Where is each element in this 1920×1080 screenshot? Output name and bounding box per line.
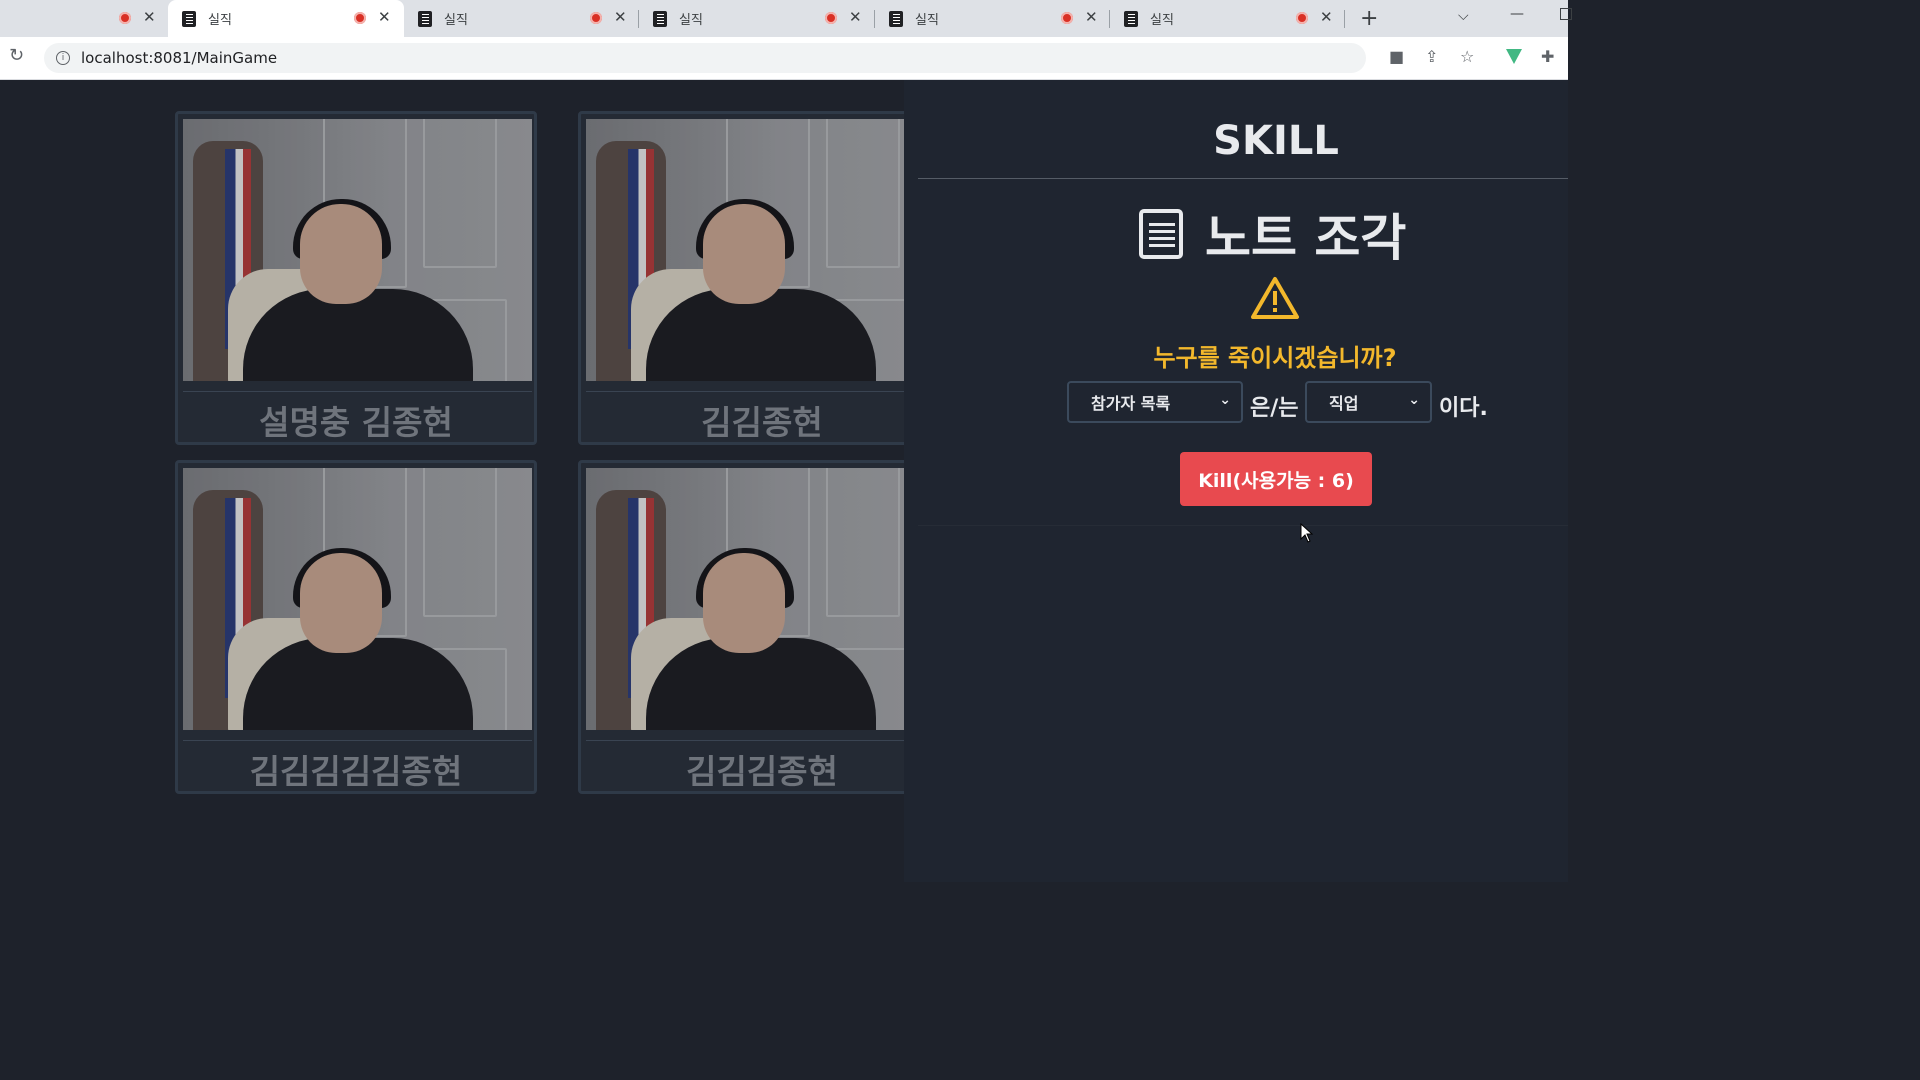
- card-divider: [586, 391, 907, 392]
- close-tab-icon[interactable]: ✕: [1320, 8, 1333, 26]
- share-icon[interactable]: ⇪: [1425, 47, 1438, 66]
- chevron-down-icon: ⌄: [1408, 392, 1420, 408]
- close-tab-icon[interactable]: ✕: [378, 8, 391, 26]
- player-card[interactable]: 설명충 김종현: [175, 111, 537, 445]
- tab-4[interactable]: 실직 ✕: [875, 0, 1111, 37]
- recording-icon: [590, 12, 602, 24]
- minimize-icon[interactable]: —: [1510, 6, 1524, 22]
- close-tab-icon[interactable]: ✕: [143, 8, 156, 26]
- recording-icon: [1061, 12, 1073, 24]
- player-video: [183, 119, 532, 381]
- player-name: 김김김김김종현: [249, 752, 463, 791]
- tab-separator: [1344, 10, 1345, 28]
- receipt-icon: [1139, 209, 1183, 259]
- close-tab-icon[interactable]: ✕: [849, 8, 862, 26]
- tab-title: 실직: [444, 13, 468, 28]
- main-game-page: 설명충 김종현 김김종현 김김김김김종현 김김김종현 SKILL 노트 조각 누…: [0, 80, 1568, 882]
- extensions-icon[interactable]: ✚: [1541, 47, 1554, 66]
- connector-text: 은/는: [1250, 396, 1299, 421]
- vue-devtools-icon[interactable]: [1506, 49, 1522, 64]
- job-select-value: 직업: [1329, 394, 1359, 413]
- notebook-icon: [1124, 10, 1138, 27]
- tab-5[interactable]: 실직 ✕: [1110, 0, 1346, 37]
- player-name: 설명충 김종현: [259, 403, 453, 442]
- camera-icon[interactable]: ■: [1389, 47, 1404, 66]
- player-name: 김김김종현: [686, 752, 838, 791]
- tab-title: 실직: [208, 13, 232, 28]
- omnibox[interactable]: i localhost:8081/MainGame: [44, 43, 1366, 73]
- player-card[interactable]: 김김김종현: [578, 460, 908, 794]
- address-bar: ↻ i localhost:8081/MainGame ■ ⇪ ☆ ✚: [0, 37, 1568, 80]
- close-tab-icon[interactable]: ✕: [614, 8, 627, 26]
- mouse-cursor-icon: [1300, 523, 1314, 543]
- kill-button[interactable]: Kill(사용가능 : 6): [1180, 452, 1372, 506]
- site-info-icon[interactable]: i: [56, 51, 70, 65]
- tab-search-chevron-icon[interactable]: ⌵: [1458, 8, 1469, 24]
- player-card[interactable]: 김김김김김종현: [175, 460, 537, 794]
- tab-0[interactable]: ✕: [0, 0, 166, 37]
- notebook-icon: [653, 10, 667, 27]
- participant-select-value: 참가자 목록: [1091, 394, 1171, 413]
- recording-icon: [119, 12, 131, 24]
- warning-icon: [1251, 277, 1299, 319]
- kill-question: 누구를 죽이시겠습니까?: [1153, 344, 1397, 372]
- tab-1[interactable]: 실직 ✕: [168, 0, 404, 37]
- close-tab-icon[interactable]: ✕: [1085, 8, 1098, 26]
- player-video: [586, 468, 907, 730]
- ability-name: 노트 조각: [1205, 209, 1407, 267]
- chevron-down-icon: ⌄: [1219, 392, 1231, 408]
- tab-2[interactable]: 실직 ✕: [404, 0, 640, 37]
- notebook-icon: [889, 10, 903, 27]
- participant-select[interactable]: 참가자 목록 ⌄: [1067, 381, 1243, 423]
- new-tab-icon[interactable]: +: [1360, 6, 1378, 31]
- recording-icon: [825, 12, 837, 24]
- notebook-icon: [418, 10, 432, 27]
- player-card[interactable]: 김김종현: [578, 111, 908, 445]
- bookmark-star-icon[interactable]: ☆: [1460, 47, 1474, 66]
- tab-strip: ✕ 실직 ✕ 실직 ✕ 실직 ✕ 실직 ✕ 실직 ✕ + ⌵ —: [0, 0, 1572, 37]
- tab-title: 실직: [915, 13, 939, 28]
- card-divider: [183, 391, 532, 392]
- skill-title: SKILL: [1213, 118, 1339, 164]
- recording-icon: [1296, 12, 1308, 24]
- tab-title: 실직: [1150, 13, 1174, 28]
- card-divider: [586, 740, 907, 741]
- url-text[interactable]: localhost:8081/MainGame: [81, 49, 277, 67]
- skill-panel: SKILL 노트 조각 누구를 죽이시겠습니까? 참가자 목록 ⌄ 은/는 직업…: [904, 80, 1568, 882]
- skill-title-divider: [918, 178, 1568, 179]
- job-select[interactable]: 직업 ⌄: [1305, 381, 1432, 423]
- ability-heading: 노트 조각: [1139, 198, 1406, 270]
- player-video: [586, 119, 907, 381]
- recording-icon: [354, 12, 366, 24]
- tab-title: 실직: [679, 13, 703, 28]
- notebook-icon: [182, 10, 196, 27]
- reload-icon[interactable]: ↻: [9, 45, 24, 66]
- card-divider: [183, 740, 532, 741]
- tab-3[interactable]: 실직 ✕: [639, 0, 875, 37]
- maximize-icon[interactable]: [1560, 8, 1572, 20]
- suffix-text: 이다.: [1439, 396, 1488, 421]
- player-video: [183, 468, 532, 730]
- player-name: 김김종현: [701, 403, 823, 442]
